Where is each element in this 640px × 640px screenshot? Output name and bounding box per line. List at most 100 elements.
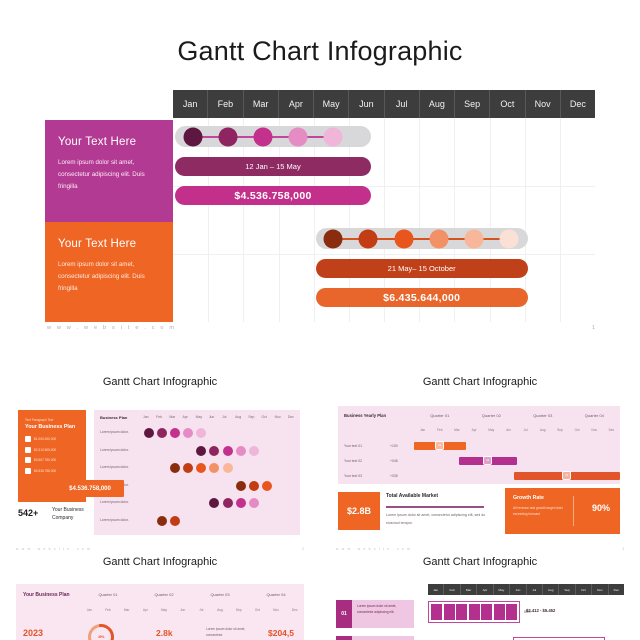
budget-bar-1[interactable]: $4.536.758,000 — [175, 186, 371, 205]
thumb2-row-value: +100 — [390, 444, 398, 448]
thumb1-dot — [156, 515, 167, 526]
thumb4-month-aug: Aug — [543, 584, 560, 595]
thumb2-row-label: Your text 02 — [344, 459, 362, 463]
milestone-dot-6[interactable] — [499, 229, 519, 248]
list-item[interactable]: $4.536.758,000 — [25, 467, 79, 474]
thumbnail-slide-3[interactable]: Gantt Chart Infographic Business Yearly … — [330, 372, 630, 557]
thumb1-row-label: Lorem ipsum dolor. — [100, 465, 129, 469]
thumb2-bar-knob[interactable]: 03 — [562, 471, 572, 480]
milestone-dot-4[interactable] — [288, 127, 308, 146]
month-header-jan: Jan — [173, 90, 209, 118]
thumb2-body: Business Yearly Plan Quarter 01 Quarter 0… — [330, 396, 630, 557]
list-item[interactable]: $1.000.200,000 — [25, 436, 79, 442]
thumb4-segment — [456, 604, 467, 620]
thumb4-month-mar: Mar — [461, 584, 478, 595]
thumb1-dot — [235, 445, 246, 456]
thumb1-dot — [169, 463, 180, 473]
footer-website-url[interactable]: w w w . w e b s i t e . c o m — [47, 325, 176, 331]
thumb3-month-oct: Oct — [254, 608, 260, 612]
milestone-dot-5[interactable] — [464, 229, 484, 248]
milestone-dot-5[interactable] — [323, 127, 343, 146]
thumb2-month-apr: Apr — [471, 428, 477, 432]
month-header-may: May — [314, 90, 350, 118]
thumb2-month-nov: Nov — [591, 428, 598, 432]
thumb1-row-label: Lorem ipsum dolor. — [100, 517, 129, 522]
thumb3-body: Your Business Plan 2023 Your text here 4… — [10, 576, 310, 640]
thumb4-month-may: May — [494, 584, 511, 595]
thumb1-dot-matrix: Business Plan Jan Feb Mar Apr May Jun Jul Aug Sep… — [94, 410, 300, 535]
thumb1-dot — [169, 428, 180, 438]
thumbnail-slide-2[interactable]: Gantt Chart Infographic Text Paragraph T… — [10, 372, 310, 557]
thumb3-ring-value: 40% — [97, 634, 105, 639]
thumb1-month-nov: Nov — [274, 415, 281, 419]
milestone-track-2 — [315, 228, 528, 249]
thumb1-footer-url: w w w . w e b s i t e . c o m — [16, 547, 92, 551]
thumb1-dot — [196, 445, 207, 456]
thumb3-month-apr: Apr — [142, 608, 148, 612]
thumb2-bar-knob[interactable]: 01 — [435, 441, 445, 450]
thumb1-dot — [209, 498, 220, 508]
thumb1-footer-page: 2 — [302, 547, 304, 551]
thumb4-segment — [468, 604, 480, 620]
thumb1-row-label: Lorem ipsum dolor. — [100, 447, 129, 452]
thumb2-gantt-bar-3[interactable]: 03 — [513, 471, 620, 480]
thumb2-row-value: +035 — [390, 474, 398, 478]
milestone-dot-1[interactable] — [183, 127, 203, 146]
panel-purple[interactable]: Your Text Here Lorem ipsum dolor sit ame… — [45, 120, 173, 222]
list-item[interactable]: $3.567.750,000 — [25, 457, 79, 463]
thumbnail-slide-4[interactable]: Gantt Chart Infographic Your Business Pl… — [10, 552, 310, 640]
thumb1-dot — [235, 498, 246, 508]
thumb2-kpi-value: $2.8B — [338, 492, 380, 530]
thumb4-segment — [431, 604, 442, 620]
thumb1-stat-value: 542+ — [18, 508, 39, 518]
thumb2-row-value: +045 — [390, 459, 398, 463]
thumb3-donut-chart: 40% — [82, 618, 120, 640]
grid-vline — [278, 118, 280, 322]
list-item-value: $4.536.758,000 — [34, 468, 57, 473]
thumb2-gantt-bar-1[interactable]: 01 — [414, 441, 466, 450]
list-item-value: $2.310.505,000 — [34, 447, 57, 452]
list-item[interactable]: $2.310.505,000 — [25, 446, 79, 453]
bullet-box-icon — [25, 457, 31, 463]
thumb2-growth-value: 90% — [591, 503, 610, 513]
thumb4-month-oct: Oct — [576, 584, 593, 595]
thumb2-month-mar: Mar — [454, 428, 460, 432]
thumb3-grid-heading: Your Business Plan — [23, 592, 70, 598]
thumb3-note: Lorem ipsum dolor sit amet, consectetur — [206, 627, 246, 638]
thumb4-segmented-bar-1[interactable] — [428, 601, 520, 623]
budget-bar-2[interactable]: $6.435.644,000 — [315, 288, 528, 307]
grid-vline — [313, 118, 315, 322]
thumbnail-slide-5[interactable]: Gantt Chart Infographic Jan Feb Mar Apr May J… — [330, 552, 630, 640]
thumb2-bar-knob[interactable]: 02 — [483, 456, 493, 465]
thumb3-month-aug: Aug — [217, 608, 223, 612]
thumb1-dot — [222, 463, 233, 473]
milestone-dot-3[interactable] — [394, 229, 414, 248]
gantt-board: Jan Feb Mar Apr May Jun Jul Aug Sep Oct Nov Dec You… — [45, 90, 595, 322]
thumb2-gantt-bar-2[interactable]: 02 — [458, 456, 517, 465]
grid-hline — [173, 254, 595, 255]
thumb3-month-feb: Feb — [105, 608, 111, 612]
panel-orange[interactable]: Your Text Here Lorem ipsum dolor sit ame… — [45, 222, 173, 322]
date-range-bar-2[interactable]: 21 May– 15 October — [315, 259, 528, 278]
milestone-dot-4[interactable] — [429, 229, 449, 248]
date-range-bar-1[interactable]: 12 Jan – 15 May — [175, 157, 371, 176]
thumb2-quarter-4: Quarter 04 — [584, 413, 604, 418]
month-header-aug: Aug — [420, 90, 455, 118]
milestone-dot-2[interactable] — [358, 229, 378, 248]
thumb1-dot — [209, 463, 220, 473]
thumb1-dot — [196, 428, 207, 438]
milestone-dot-1[interactable] — [323, 229, 343, 248]
milestone-dot-3[interactable] — [253, 127, 273, 146]
thumb2-growth-title: Growth Rate — [513, 495, 544, 501]
thumb2-growth-body: All revenue and growth target chart exce… — [513, 506, 563, 517]
month-header-mar: Mar — [244, 90, 279, 118]
milestone-dot-2[interactable] — [218, 127, 238, 146]
thumb4-month-jan: Jan — [428, 584, 445, 595]
thumb4-row-desc: Lorem ipsum dolor sit amet, consectetur … — [352, 600, 414, 628]
footer-page-number: 1 — [591, 325, 595, 331]
grid-vline — [208, 118, 210, 322]
thumb1-grid-heading: Business Plan — [100, 415, 128, 420]
thumb4-segment — [443, 604, 455, 620]
thumb4-value-label: $2.412 - $5.452 — [526, 608, 556, 613]
panel-orange-body: Lorem ipsum dolor sit amet, consectetur … — [58, 261, 145, 293]
